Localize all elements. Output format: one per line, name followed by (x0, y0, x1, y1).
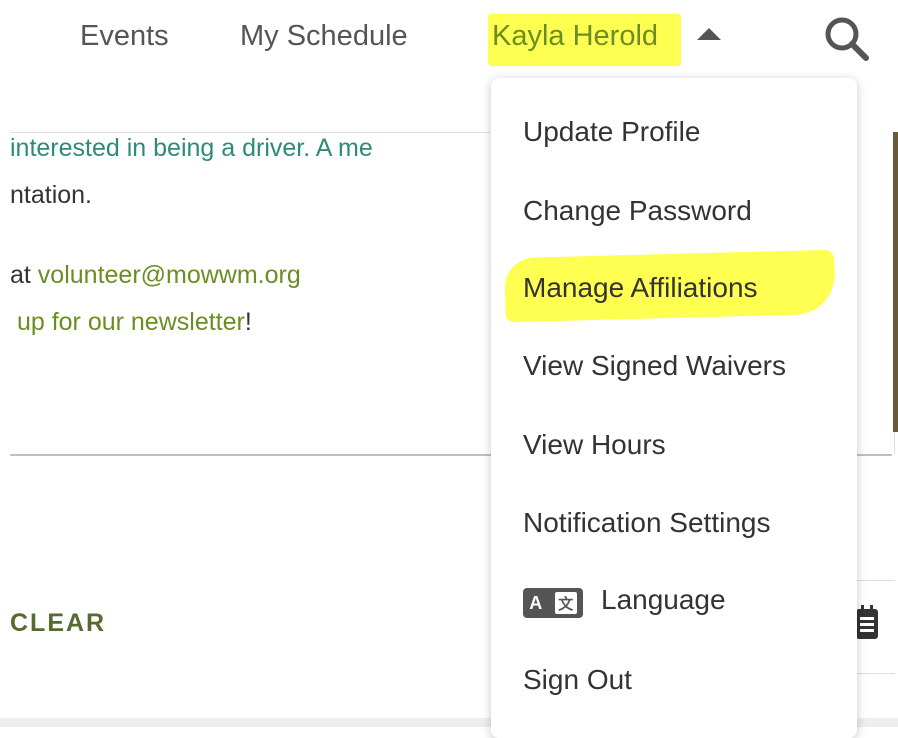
card-right-edge (856, 132, 895, 454)
user-dropdown-menu: Update Profile Change Password Manage Af… (491, 78, 857, 738)
menu-item-view-signed-waivers[interactable]: View Signed Waivers (523, 346, 786, 386)
content-text-suffix: ! (244, 308, 252, 336)
content-text-line: up for our newsletter! (10, 305, 252, 339)
menu-item-change-password[interactable]: Change Password (523, 191, 752, 231)
clear-button[interactable]: CLEAR (10, 606, 106, 640)
search-icon[interactable] (822, 14, 872, 64)
menu-item-view-hours[interactable]: View Hours (523, 425, 666, 465)
content-text-line: interested in being a driver. A me (10, 134, 373, 162)
card-image (893, 132, 898, 432)
volunteer-email-link[interactable]: volunteer@mowwm.org (38, 261, 301, 289)
translate-icon-cjk: 文 (554, 592, 577, 614)
caret-up-icon[interactable] (697, 28, 721, 40)
newsletter-signup-link[interactable]: up for our newsletter (17, 308, 245, 336)
menu-item-language[interactable]: Language (601, 580, 726, 620)
menu-item-notification-settings[interactable]: Notification Settings (523, 503, 770, 543)
menu-item-manage-affiliations[interactable]: Manage Affiliations (523, 268, 758, 308)
translate-icon-latin: A (529, 592, 543, 613)
content-text-line: at volunteer@mowwm.org (10, 258, 301, 292)
menu-item-update-profile[interactable]: Update Profile (523, 112, 700, 152)
calendar-icon (856, 605, 878, 639)
nav-events-link[interactable]: Events (80, 16, 169, 56)
content-text-line: ntation. (10, 181, 93, 209)
user-menu-toggle[interactable]: Kayla Herold (492, 16, 658, 56)
translate-icon: A 文 (523, 588, 583, 618)
top-navigation: Events My Schedule Kayla Herold (0, 0, 898, 78)
menu-item-sign-out[interactable]: Sign Out (523, 660, 632, 700)
nav-my-schedule-link[interactable]: My Schedule (240, 16, 408, 56)
content-text-prefix: at (10, 261, 38, 289)
